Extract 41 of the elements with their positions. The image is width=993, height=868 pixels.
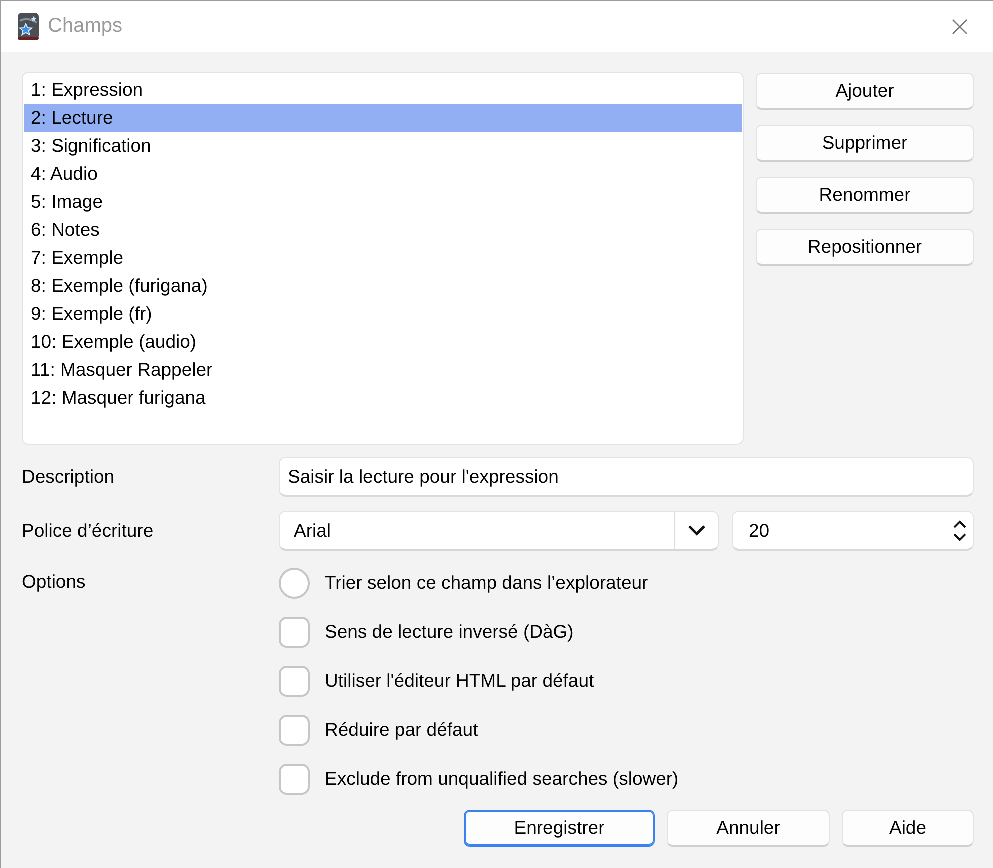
- option-label[interactable]: Exclude from unqualified searches (slower): [325, 768, 679, 790]
- action-button[interactable]: Renommer: [756, 177, 974, 214]
- chevron-down-icon: [688, 525, 706, 536]
- dialog-button[interactable]: Enregistrer: [464, 810, 655, 847]
- font-label: Police d’écriture: [22, 520, 155, 542]
- field-list-item[interactable]: 4: Audio: [24, 160, 742, 188]
- checkbox[interactable]: [279, 616, 310, 648]
- option-label[interactable]: Utiliser l'éditeur HTML par défaut: [325, 670, 594, 692]
- option-label[interactable]: Sens de lecture inversé (DàG): [325, 621, 574, 643]
- option-label[interactable]: Réduire par défaut: [325, 719, 478, 741]
- star-app-icon: [18, 13, 39, 40]
- field-list-item[interactable]: 7: Exemple: [24, 244, 742, 272]
- option-label[interactable]: Trier selon ce champ dans l’explorateur: [325, 572, 648, 594]
- dialog-button[interactable]: Annuler: [667, 810, 830, 847]
- action-button[interactable]: Repositionner: [756, 229, 974, 266]
- action-button[interactable]: Supprimer: [756, 125, 974, 162]
- field-list-item[interactable]: 2: Lecture: [24, 104, 742, 132]
- field-list-item[interactable]: 8: Exemple (furigana): [24, 272, 742, 300]
- action-button[interactable]: Ajouter: [756, 73, 974, 110]
- field-list-item[interactable]: 3: Signification: [24, 132, 742, 160]
- options-label: Options: [22, 570, 87, 593]
- field-list-item[interactable]: 9: Exemple (fr): [24, 300, 742, 328]
- field-list-item[interactable]: 6: Notes: [24, 216, 742, 244]
- checkbox[interactable]: [279, 764, 310, 794]
- checkbox[interactable]: [279, 714, 310, 746]
- description-field[interactable]: Saisir la lecture pour l'expression: [279, 457, 974, 497]
- field-list-item[interactable]: 12: Masquer furigana: [24, 384, 742, 412]
- checkbox[interactable]: [279, 666, 310, 696]
- font-family-dropdown[interactable]: Arial: [279, 511, 719, 551]
- field-list-item[interactable]: 5: Image: [24, 188, 742, 216]
- window-title: Champs: [48, 15, 124, 38]
- radio-button[interactable]: [279, 568, 310, 598]
- chevron-up-icon[interactable]: [953, 520, 967, 528]
- close-icon: [952, 18, 968, 34]
- description-label: Description: [22, 466, 116, 488]
- field-list-item[interactable]: 1: Expression: [24, 76, 742, 104]
- font-size-spinbox[interactable]: 20: [732, 511, 974, 551]
- field-list-item[interactable]: 10: Exemple (audio): [24, 328, 742, 356]
- field-list-item[interactable]: 11: Masquer Rappeler: [24, 356, 742, 384]
- chevron-down-icon[interactable]: [953, 532, 967, 542]
- dialog-button[interactable]: Aide: [842, 810, 974, 847]
